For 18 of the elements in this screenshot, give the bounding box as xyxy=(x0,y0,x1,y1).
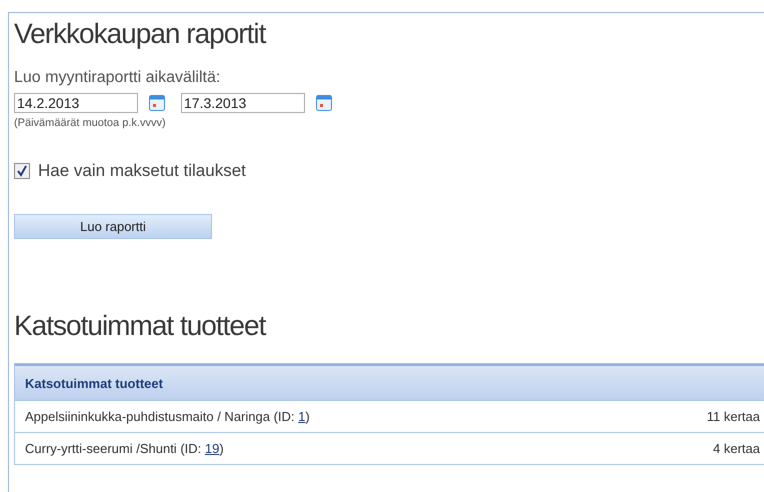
date-format-hint: (Päivämäärät muotoa p.k.vvvv) xyxy=(14,117,167,129)
create-report-button[interactable]: Luo raportti xyxy=(14,214,212,239)
date-range-label: Luo myyntiraportti aikaväliltä: xyxy=(14,69,222,87)
calendar-icon[interactable] xyxy=(316,95,332,111)
calendar-icon[interactable] xyxy=(149,95,165,111)
product-cell: Appelsiininkukka-puhdistusmaito / Naringa (ID: 1) xyxy=(25,409,310,424)
product-id-link[interactable]: 1 xyxy=(298,409,306,424)
end-date-field[interactable]: 17.3.2013 xyxy=(181,93,305,113)
section-title: Katsotuimmat tuotteet xyxy=(14,309,267,343)
views-cell: 11 kertaa xyxy=(706,409,760,424)
product-id-link[interactable]: 19 xyxy=(204,441,220,456)
paid-only-checkbox[interactable] xyxy=(14,163,30,179)
start-date-field[interactable]: 14.2.2013 xyxy=(14,93,138,113)
product-cell: Curry-yrtti-seerumi /Shunti (ID: 19) xyxy=(25,441,224,456)
page-title: Verkkokaupan raportit xyxy=(14,17,267,51)
table-header: Katsotuimmat tuotteet xyxy=(15,364,764,400)
checkbox-label: Hae vain maksetut tilaukset xyxy=(38,161,246,181)
views-cell: 4 kertaa xyxy=(713,441,760,456)
